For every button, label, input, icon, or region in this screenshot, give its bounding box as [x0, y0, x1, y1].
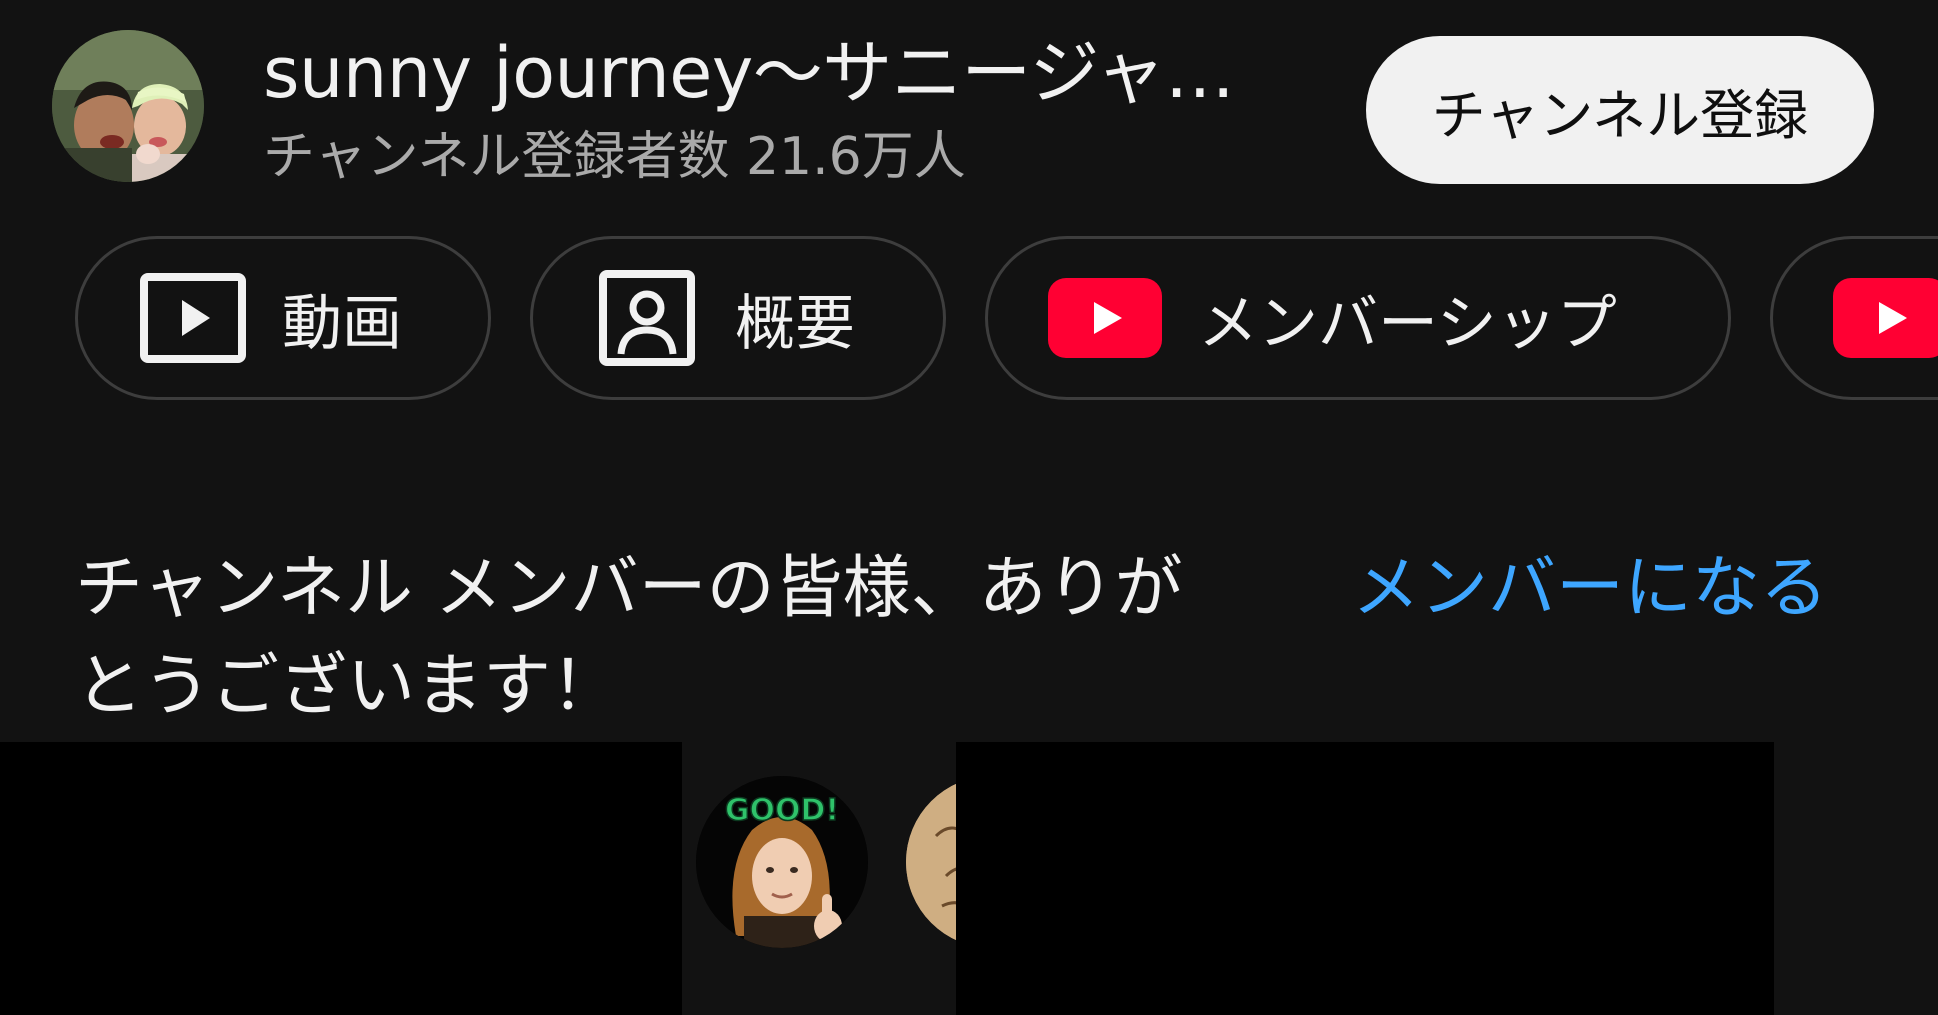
redacted-area-left — [0, 742, 682, 1015]
channel-page: sunny journey〜サニージャ… チャンネル登録者数 21.6万人 チャ… — [0, 0, 1938, 1015]
chip-videos[interactable]: 動画 — [75, 236, 491, 400]
youtube-logo-icon — [1048, 278, 1162, 358]
member-avatar-badge-text: GOOD! — [725, 793, 839, 828]
subscribe-button[interactable]: チャンネル登録 — [1366, 36, 1874, 184]
subscribe-button-label: チャンネル登録 — [1431, 83, 1809, 147]
person-box-icon — [599, 270, 695, 366]
members-thanks-text: チャンネル メンバーの皆様、ありがとうございます！ — [75, 549, 1183, 726]
member-avatar[interactable]: GOOD! — [696, 776, 868, 948]
chip-videos-label: 動画 — [282, 288, 402, 359]
chip-next-partial[interactable] — [1770, 236, 1938, 400]
youtube-logo-icon — [1833, 278, 1938, 358]
channel-avatar-image — [52, 30, 204, 182]
chip-about-label: 概要 — [735, 288, 855, 359]
chip-membership[interactable]: メンバーシップ — [985, 236, 1731, 400]
channel-title: sunny journey〜サニージャ… — [263, 32, 1235, 114]
subscriber-count: チャンネル登録者数 21.6万人 — [263, 127, 966, 187]
member-avatar-image: GOOD! — [696, 776, 868, 948]
chip-about[interactable]: 概要 — [530, 236, 946, 400]
chip-membership-label: メンバーシップ — [1198, 288, 1617, 359]
channel-avatar[interactable] — [52, 30, 204, 182]
join-membership-link[interactable]: メンバーになる — [1352, 540, 1828, 638]
play-box-icon — [140, 273, 246, 363]
redacted-area-right — [956, 742, 1774, 1015]
